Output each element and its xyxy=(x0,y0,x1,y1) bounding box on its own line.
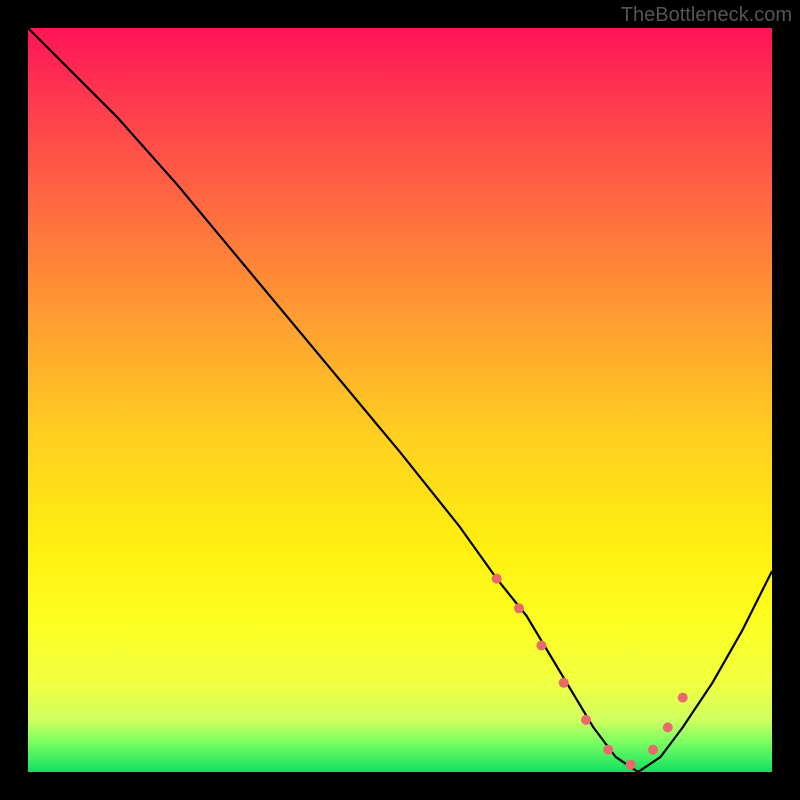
marker-dot xyxy=(581,715,591,725)
watermark-text: TheBottleneck.com xyxy=(621,4,792,27)
marker-dot xyxy=(663,722,673,732)
marker-dot xyxy=(536,641,546,651)
chart-container: TheBottleneck.com xyxy=(0,0,800,800)
bottleneck-curve xyxy=(28,28,772,772)
marker-dot xyxy=(603,745,613,755)
plot-area xyxy=(28,28,772,772)
marker-dot xyxy=(678,693,688,703)
marker-dot xyxy=(648,745,658,755)
marker-dot xyxy=(626,760,636,770)
dotted-markers xyxy=(492,574,688,770)
marker-dot xyxy=(492,574,502,584)
curve-svg xyxy=(28,28,772,772)
marker-dot xyxy=(559,678,569,688)
marker-dot xyxy=(514,603,524,613)
